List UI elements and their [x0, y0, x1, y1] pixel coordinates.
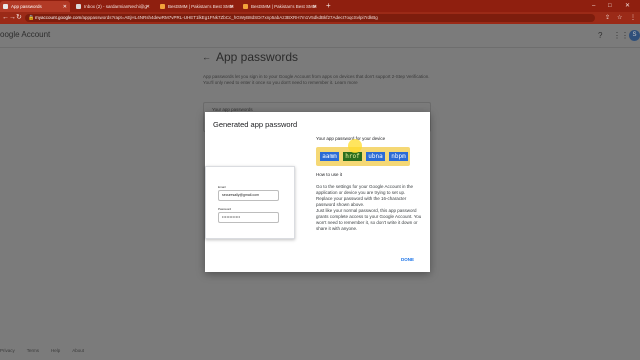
reload-icon[interactable]: ↻ — [16, 12, 22, 24]
password-chunk: nbpm — [389, 152, 408, 161]
share-icon[interactable]: ⇪ — [605, 12, 610, 24]
done-button[interactable]: DONE — [401, 257, 414, 262]
address-bar-row: ← → ↻ 🔒 myaccount.google.com/apppassword… — [0, 12, 640, 24]
tab-title: App passwords — [11, 4, 42, 9]
url-input[interactable]: 🔒 myaccount.google.com/apppasswords?rapt… — [25, 14, 595, 22]
account-header: oogle Account ? ⋮⋮ S — [0, 24, 640, 48]
password-chunk: hrof — [343, 152, 362, 161]
page-title: App passwords — [216, 50, 299, 64]
forward-icon[interactable]: → — [9, 12, 16, 24]
password-chunk: aamm — [320, 152, 339, 161]
close-tab-icon[interactable]: ✕ — [146, 4, 150, 10]
avatar[interactable]: S — [629, 30, 640, 41]
footer-link-terms[interactable]: Terms — [27, 348, 39, 353]
dialog-title: Generated app password — [213, 120, 298, 129]
google-account-logo[interactable]: oogle Account — [0, 30, 50, 39]
footer-link-about[interactable]: About — [72, 348, 84, 353]
tab-bestsmm-2[interactable]: BestSMM | Pakistan's Best SMM ✕ — [240, 1, 320, 12]
close-tab-icon[interactable]: ✕ — [230, 4, 234, 10]
menu-dots-icon[interactable]: ⋮ — [630, 12, 636, 24]
tab-inbox[interactable]: Inbox (2) - sardarmianNechi@g ✕ — [73, 1, 153, 12]
bestsmm-icon — [160, 4, 165, 9]
intro-body: App passwords let you sign in to your Go… — [203, 74, 430, 85]
back-icon[interactable]: ← — [2, 12, 9, 24]
email-field: securesally@gmail.com — [218, 190, 279, 201]
bestsmm-icon — [243, 4, 248, 9]
password-label: Password — [218, 207, 232, 211]
lock-icon: 🔒 — [28, 15, 35, 21]
instructions-text: Go to the settings for your Google Accou… — [316, 184, 422, 231]
footer-link-privacy[interactable]: Privacy — [0, 348, 15, 353]
favicon-icon — [3, 4, 8, 9]
password-chunk: ubna — [366, 152, 385, 161]
app-password-box[interactable]: aamm hrof ubna nbpm — [316, 147, 410, 166]
password-field: •••••••••••• — [218, 212, 279, 223]
apps-grid-icon[interactable]: ⋮⋮ — [613, 31, 629, 40]
intro-text: App passwords let you sign in to your Go… — [203, 74, 433, 86]
gmail-icon — [76, 4, 81, 9]
url-host: myaccount.google.com — [35, 15, 82, 20]
tab-title: BestSMM | Pakistan's Best SMM — [251, 4, 317, 9]
minimize-icon[interactable]: – — [592, 0, 595, 12]
url-path: /apppasswords?rapt=AEjHL4NRsh4dewRM7vPRL… — [81, 15, 378, 20]
back-arrow-icon[interactable]: ← — [202, 52, 211, 62]
tab-app-passwords[interactable]: App passwords ✕ — [0, 1, 70, 12]
learn-more-link[interactable]: Learn more — [335, 80, 358, 85]
tab-bestsmm-1[interactable]: BestSMM | Pakistan's Best SMM ✕ — [157, 1, 237, 12]
browser-tab-bar: App passwords ✕ Inbox (2) - sardarmianNe… — [0, 0, 640, 12]
maximize-icon[interactable]: □ — [608, 0, 612, 12]
email-label: Email — [218, 185, 226, 189]
close-tab-icon[interactable]: ✕ — [313, 4, 317, 10]
cursor-highlight — [348, 139, 362, 153]
generated-password-dialog: Generated app password Email securesally… — [205, 112, 430, 272]
bookmark-star-icon[interactable]: ☆ — [617, 12, 622, 24]
signin-preview-illustration: Email securesally@gmail.com Password •••… — [205, 166, 295, 239]
footer-links: Privacy Terms Help About — [0, 348, 84, 353]
close-tab-icon[interactable]: ✕ — [63, 4, 67, 10]
help-icon[interactable]: ? — [598, 31, 602, 40]
how-to-heading: How to use it — [316, 172, 343, 177]
footer-link-help[interactable]: Help — [51, 348, 60, 353]
new-tab-button[interactable]: + — [326, 1, 331, 10]
tab-title: BestSMM | Pakistan's Best SMM — [168, 4, 234, 9]
close-window-icon[interactable]: ✕ — [625, 0, 630, 12]
tab-title: Inbox (2) - sardarmianNechi@g — [84, 4, 147, 9]
